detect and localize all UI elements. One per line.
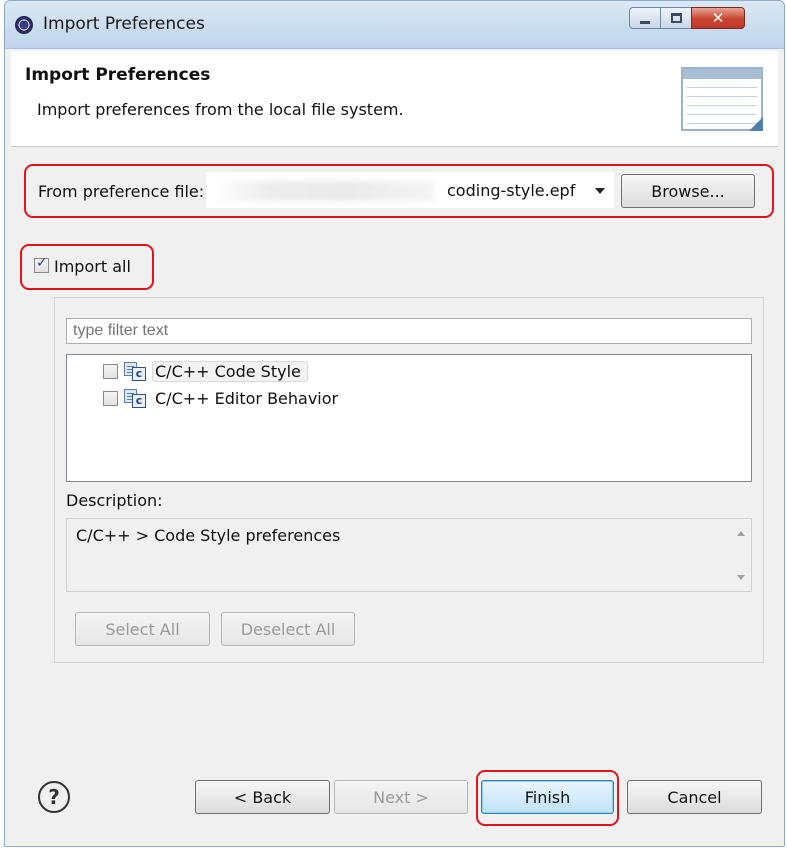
finish-button[interactable]: Finish (481, 780, 614, 814)
next-button[interactable]: Next > (334, 780, 468, 814)
deselect-all-button[interactable]: Deselect All (221, 612, 355, 646)
back-button[interactable]: < Back (195, 780, 330, 814)
import-all-label[interactable]: Import all (54, 257, 131, 276)
eclipse-icon (15, 16, 33, 34)
preference-file-label: From preference file: (38, 182, 205, 201)
filter-input[interactable] (66, 318, 752, 344)
maximize-button[interactable] (660, 7, 692, 29)
description-text: C/C++ > Code Style preferences (76, 526, 341, 545)
minimize-button[interactable] (629, 7, 661, 29)
description-label: Description: (66, 491, 163, 510)
browse-button[interactable]: Browse... (621, 174, 755, 208)
tree-item-checkbox[interactable] (103, 363, 118, 379)
minimize-icon (640, 20, 650, 24)
tree-item-code-style[interactable]: c C/C++ Code Style (103, 359, 308, 383)
dropdown-arrow-icon[interactable] (595, 188, 605, 194)
tree-item-checkbox[interactable] (103, 390, 118, 406)
preferences-tree[interactable]: c C/C++ Code Style c C/C++ Editor Behavi… (66, 354, 752, 482)
import-wizard-icon (681, 67, 763, 131)
description-scrollbar[interactable] (731, 519, 751, 591)
tree-item-label: C/C++ Editor Behavior (155, 388, 339, 408)
scroll-down-icon[interactable] (737, 575, 745, 580)
cpp-settings-icon: c (124, 388, 146, 408)
preference-file-value: coding-style.epf (447, 181, 576, 200)
cancel-button[interactable]: Cancel (627, 780, 762, 814)
help-icon[interactable]: ? (38, 781, 70, 813)
maximize-icon (670, 13, 682, 23)
description-box: C/C++ > Code Style preferences (66, 518, 752, 592)
banner-description: Import preferences from the local file s… (37, 100, 404, 119)
select-all-button[interactable]: Select All (75, 612, 210, 646)
cpp-settings-icon: c (124, 361, 146, 381)
window-title: Import Preferences (43, 14, 205, 34)
tree-item-editor-behavior[interactable]: c C/C++ Editor Behavior (103, 386, 338, 410)
redacted-path (213, 181, 435, 201)
title-bar[interactable]: Import Preferences ✕ (5, 1, 784, 49)
close-icon: ✕ (711, 9, 725, 27)
preference-file-combo[interactable]: coding-style.epf (206, 172, 614, 208)
wizard-banner: Import Preferences Import preferences fr… (11, 51, 778, 147)
import-all-checkbox[interactable] (34, 255, 49, 273)
close-button[interactable]: ✕ (691, 7, 745, 29)
scroll-up-icon[interactable] (737, 531, 745, 536)
tree-item-label: C/C++ Code Style (152, 360, 308, 382)
banner-title: Import Preferences (25, 65, 211, 85)
